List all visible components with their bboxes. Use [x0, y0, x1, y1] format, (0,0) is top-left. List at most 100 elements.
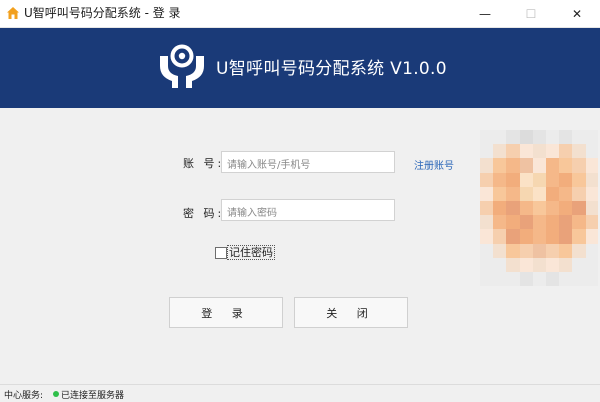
avatar-mosaic-cell — [519, 130, 533, 145]
password-placeholder: 请输入密码 — [227, 208, 277, 219]
app-logo-icon — [160, 44, 204, 88]
avatar-mosaic-cell — [506, 186, 520, 201]
avatar-mosaic-cell — [493, 186, 507, 201]
avatar-mosaic-cell — [545, 130, 560, 145]
avatar-mosaic-cell — [559, 257, 573, 272]
remember-password-checkbox[interactable] — [215, 247, 227, 259]
status-text: 已连接至服务器 — [61, 391, 125, 401]
avatar-mosaic-cell — [480, 271, 494, 286]
avatar-mosaic-cell — [585, 229, 598, 244]
avatar-mosaic-cell — [506, 215, 520, 230]
avatar-mosaic-cell — [559, 271, 573, 286]
avatar-mosaic-cell — [480, 215, 494, 230]
avatar-mosaic-cell — [559, 215, 573, 230]
avatar-mosaic-cell — [519, 257, 533, 272]
pixelated-avatar-image — [480, 130, 598, 286]
avatar-mosaic-cell — [545, 158, 560, 173]
avatar-mosaic-cell — [545, 271, 560, 286]
avatar-mosaic-cell — [572, 186, 586, 201]
avatar-mosaic-cell — [519, 243, 533, 258]
login-button[interactable]: 登 录 — [169, 297, 283, 328]
avatar-mosaic-cell — [559, 130, 573, 145]
window-titlebar: U智呼叫号码分配系统 - 登 录 — ☐ ✕ — [0, 0, 600, 28]
avatar-mosaic-cell — [480, 172, 494, 187]
close-window-button[interactable]: ✕ — [554, 0, 600, 27]
maximize-button[interactable]: ☐ — [508, 0, 554, 27]
avatar-mosaic-cell — [572, 215, 586, 230]
close-button-label: 关 闭 — [326, 306, 376, 320]
avatar-mosaic-cell — [532, 271, 546, 286]
avatar-mosaic-cell — [519, 158, 533, 173]
avatar-mosaic-cell — [585, 257, 598, 272]
minimize-icon: — — [479, 6, 491, 21]
avatar-mosaic-cell — [480, 257, 494, 272]
avatar-mosaic-cell — [532, 215, 546, 230]
register-link[interactable]: 注册账号 — [414, 157, 454, 172]
avatar-mosaic-cell — [585, 186, 598, 201]
avatar-mosaic-cell — [506, 257, 520, 272]
close-icon: ✕ — [571, 6, 583, 21]
avatar-mosaic-cell — [585, 158, 598, 173]
avatar-mosaic-cell — [559, 172, 573, 187]
avatar-mosaic-cell — [585, 271, 598, 286]
avatar-mosaic-cell — [532, 144, 546, 159]
avatar-mosaic-cell — [493, 144, 507, 159]
account-input[interactable]: 请输入账号/手机号 — [221, 151, 395, 173]
avatar-mosaic-cell — [506, 130, 520, 145]
avatar-mosaic-cell — [493, 130, 507, 145]
avatar-mosaic-cell — [572, 144, 586, 159]
avatar-mosaic-cell — [545, 243, 560, 258]
app-home-icon — [7, 7, 19, 19]
avatar-mosaic-cell — [559, 144, 573, 159]
avatar-mosaic-cell — [493, 172, 507, 187]
avatar-mosaic-cell — [506, 229, 520, 244]
avatar-mosaic-cell — [506, 172, 520, 187]
avatar-mosaic-cell — [585, 215, 598, 230]
avatar-mosaic-cell — [532, 229, 546, 244]
avatar-mosaic-cell — [559, 200, 573, 216]
avatar-mosaic-cell — [532, 186, 546, 201]
avatar-mosaic-cell — [585, 172, 598, 187]
avatar-mosaic-cell — [572, 229, 586, 244]
avatar-mosaic-cell — [559, 186, 573, 201]
avatar-mosaic-cell — [545, 200, 560, 216]
password-input[interactable]: 请输入密码 — [221, 199, 395, 221]
account-label: 账 号: — [183, 157, 225, 170]
avatar-mosaic-cell — [480, 158, 494, 173]
avatar-mosaic-cell — [559, 243, 573, 258]
avatar-mosaic-cell — [480, 229, 494, 244]
avatar-mosaic-cell — [559, 229, 573, 244]
minimize-button[interactable]: — — [462, 0, 508, 27]
avatar-mosaic-cell — [493, 158, 507, 173]
avatar-mosaic-cell — [532, 200, 546, 216]
avatar-mosaic-cell — [572, 257, 586, 272]
status-bar: 中心服务: 已连接至服务器 — [0, 384, 600, 402]
avatar-mosaic-cell — [519, 186, 533, 201]
avatar-mosaic-cell — [545, 172, 560, 187]
app-title: U智呼叫号码分配系统 V1.0.0 — [216, 59, 447, 79]
remember-password-label[interactable]: 记住密码 — [227, 245, 275, 260]
avatar-mosaic-cell — [519, 215, 533, 230]
login-button-label: 登 录 — [201, 306, 251, 320]
close-button[interactable]: 关 闭 — [294, 297, 408, 328]
avatar-mosaic-cell — [585, 200, 598, 216]
avatar-mosaic-cell — [493, 271, 507, 286]
avatar-mosaic-cell — [519, 200, 533, 216]
avatar-mosaic-cell — [545, 215, 560, 230]
avatar-mosaic-cell — [519, 271, 533, 286]
avatar-mosaic-cell — [480, 144, 494, 159]
avatar-mosaic-cell — [519, 172, 533, 187]
avatar-mosaic-cell — [572, 130, 586, 145]
avatar-mosaic-cell — [532, 257, 546, 272]
password-label: 密 码: — [183, 207, 225, 220]
avatar-mosaic-cell — [519, 229, 533, 244]
avatar-mosaic-cell — [506, 200, 520, 216]
avatar-mosaic-cell — [572, 158, 586, 173]
avatar-mosaic-cell — [493, 257, 507, 272]
avatar-mosaic-cell — [532, 172, 546, 187]
avatar-mosaic-cell — [480, 243, 494, 258]
avatar-mosaic-cell — [545, 144, 560, 159]
avatar-mosaic-cell — [493, 215, 507, 230]
avatar-mosaic-cell — [572, 200, 586, 216]
avatar-mosaic-cell — [532, 130, 546, 145]
